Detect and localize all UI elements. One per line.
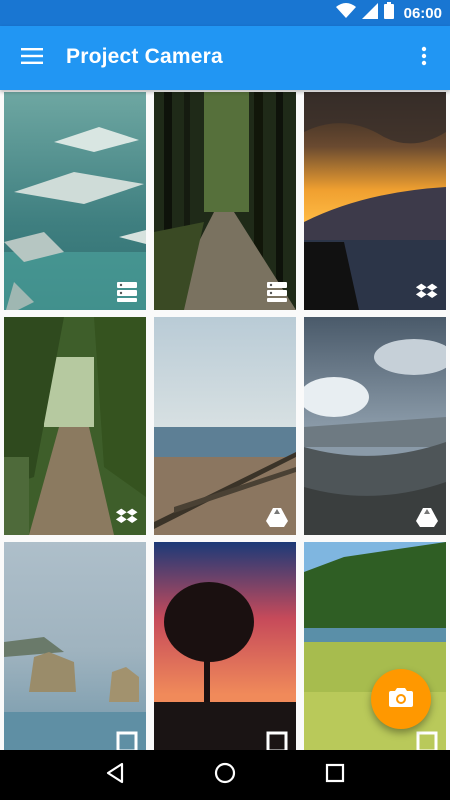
photo-meadow-lake (304, 542, 446, 750)
back-button[interactable] (95, 755, 135, 795)
google-drive-icon (415, 505, 439, 529)
photo-manta-rays (4, 92, 146, 310)
camera-icon (389, 686, 413, 713)
photo-tile[interactable] (154, 317, 296, 535)
navigation-bar (0, 750, 450, 800)
photo-beach-groynes (154, 317, 296, 535)
photo-tile[interactable] (154, 542, 296, 750)
capture-fab[interactable] (371, 669, 431, 729)
status-time: 06:00 (403, 4, 442, 22)
wifi-icon (335, 2, 356, 24)
more-vert-icon (421, 46, 427, 71)
back-icon (104, 762, 126, 789)
photo-tile[interactable] (154, 92, 296, 310)
photo-sunset-mountain (304, 92, 446, 310)
photo-grid (0, 90, 450, 750)
battery-icon (383, 2, 394, 24)
photo-tile[interactable] (4, 92, 146, 310)
server-icon (115, 280, 139, 304)
recents-button[interactable] (315, 755, 355, 795)
cell-signal-icon (361, 2, 378, 24)
app-bar: Project Camera (0, 26, 450, 90)
square-icon (265, 730, 289, 750)
menu-icon (21, 47, 43, 70)
photo-tile[interactable] (304, 542, 446, 750)
server-icon (265, 280, 289, 304)
photo-tile[interactable] (4, 542, 146, 750)
menu-button[interactable] (12, 38, 52, 78)
status-icons: 06:00 (335, 2, 442, 24)
dropbox-icon (415, 280, 439, 304)
status-bar: 06:00 (0, 0, 450, 26)
recents-icon (325, 763, 345, 788)
photo-forest-path (154, 92, 296, 310)
home-icon (214, 762, 236, 789)
photo-tile[interactable] (4, 317, 146, 535)
photo-tree-sunset (154, 542, 296, 750)
photo-tile[interactable] (304, 92, 446, 310)
photo-jungle-trail (4, 317, 146, 535)
square-icon (115, 730, 139, 750)
photo-sea-stacks (4, 542, 146, 750)
overflow-menu-button[interactable] (406, 38, 442, 78)
home-button[interactable] (205, 755, 245, 795)
google-drive-icon (265, 505, 289, 529)
square-icon (415, 730, 439, 750)
dropbox-icon (115, 505, 139, 529)
photo-mountain-valley (304, 317, 446, 535)
photo-tile[interactable] (304, 317, 446, 535)
app-title: Project Camera (66, 45, 223, 68)
